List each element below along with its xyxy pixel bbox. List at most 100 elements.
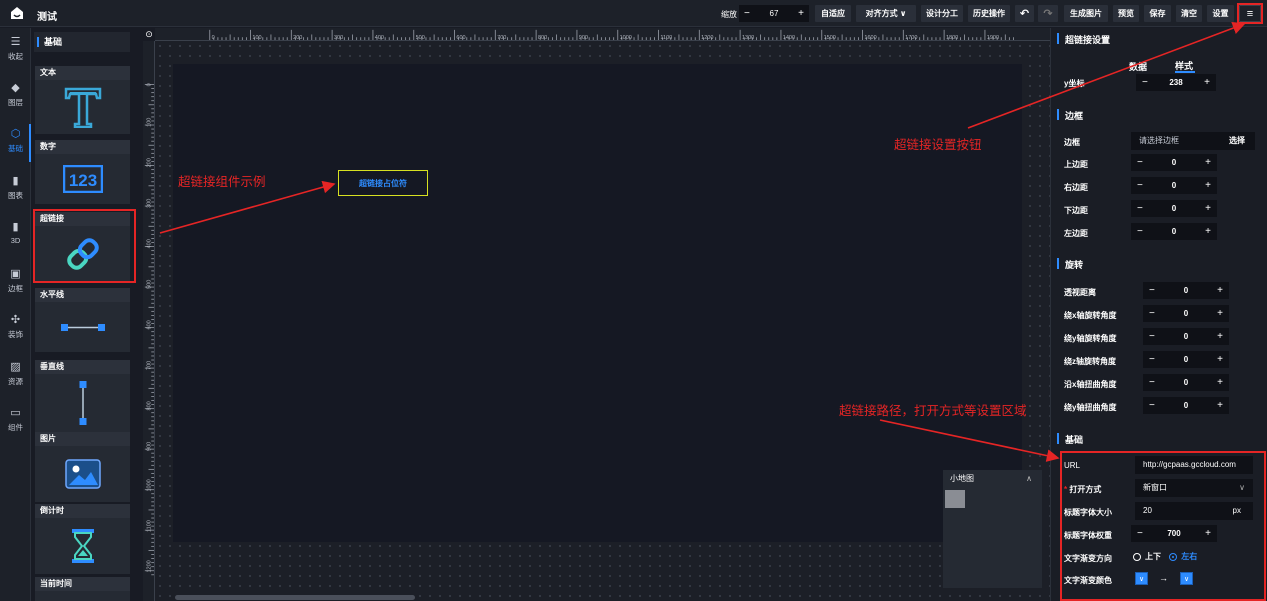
vertical-line-icon — [35, 374, 130, 432]
redo-icon[interactable]: ↷ — [1038, 5, 1058, 22]
rotate-x-stepper: − 0 + — [1143, 305, 1229, 322]
component-text[interactable]: 文本 — [35, 66, 130, 134]
sidebar-item-label: 图层 — [8, 98, 23, 107]
zoom-minus-button[interactable]: − — [744, 8, 750, 19]
minus-button[interactable]: − — [1149, 331, 1155, 342]
save-button[interactable]: 保存 — [1144, 5, 1171, 22]
border-select-button[interactable]: 选择 — [1229, 132, 1245, 150]
plus-button[interactable]: + — [1217, 308, 1223, 319]
settings-button[interactable]: 设置 — [1207, 5, 1234, 22]
minimap-title: 小地图 — [950, 474, 974, 483]
minimap-viewport[interactable] — [945, 490, 965, 508]
generate-image-button[interactable]: 生成图片 — [1064, 5, 1108, 22]
rotate-x-label: 绕x轴旋转角度 — [1064, 311, 1117, 320]
skew-x-value[interactable]: 0 — [1184, 378, 1188, 387]
minus-button[interactable]: − — [1149, 285, 1155, 296]
component-image[interactable]: 图片 — [35, 432, 130, 502]
horizontal-scrollbar[interactable] — [175, 595, 415, 600]
ruler-left: 0 100 200 300 400 500 600 700 800 900 1000 1100 1200 — [143, 41, 155, 601]
sidebar-item-layers[interactable]: ◆ 图层 — [0, 78, 31, 116]
ruler-label: 900 — [146, 442, 152, 451]
minus-button[interactable]: − — [1137, 157, 1143, 168]
tab-data[interactable]: 数据 — [1129, 60, 1147, 73]
rotate-z-stepper: − 0 + — [1143, 351, 1229, 368]
preview-button[interactable]: 预览 — [1113, 5, 1139, 22]
minus-button[interactable]: − — [1149, 377, 1155, 388]
design-split-button[interactable]: 设计分工 — [921, 5, 963, 22]
perspective-stepper: − 0 + — [1143, 282, 1229, 299]
padding-top-label: 上边距 — [1064, 160, 1088, 169]
ruler-label: 1000 — [146, 479, 152, 491]
component-current-time[interactable]: 当前时间 — [35, 577, 130, 601]
chevron-up-icon[interactable]: ∧ — [1026, 470, 1032, 488]
rotate-z-label: 绕z轴旋转角度 — [1064, 357, 1116, 366]
plus-button[interactable]: + — [1205, 226, 1211, 237]
minus-button[interactable]: − — [1149, 400, 1155, 411]
component-label: 倒计时 — [35, 504, 130, 518]
minus-button[interactable]: − — [1149, 354, 1155, 365]
perspective-value[interactable]: 0 — [1184, 286, 1188, 295]
minus-button[interactable]: − — [1149, 308, 1155, 319]
minus-button[interactable]: − — [1142, 77, 1148, 88]
plus-button[interactable]: + — [1205, 157, 1211, 168]
sidebar-item-label: 组件 — [8, 423, 23, 432]
home-logo-icon[interactable] — [10, 6, 24, 20]
component-icon: ▭ — [10, 407, 21, 419]
text-t-icon — [35, 80, 130, 134]
padding-left-value[interactable]: 0 — [1172, 227, 1176, 236]
minus-button[interactable]: − — [1137, 203, 1143, 214]
border-select-field[interactable]: 请选择边框 选择 — [1131, 132, 1255, 150]
zoom-plus-button[interactable]: + — [798, 8, 804, 19]
align-dropdown[interactable]: 对齐方式 ∨ — [856, 5, 916, 22]
padding-bottom-value[interactable]: 0 — [1172, 204, 1176, 213]
rotate-z-value[interactable]: 0 — [1184, 355, 1188, 364]
component-horizontal-line[interactable]: 水平线 — [35, 288, 130, 352]
plus-button[interactable]: + — [1205, 180, 1211, 191]
y-coord-value[interactable]: 238 — [1169, 78, 1182, 87]
rotate-y-value[interactable]: 0 — [1184, 332, 1188, 341]
minus-button[interactable]: − — [1137, 180, 1143, 191]
sidebar-item-charts[interactable]: ▮ 图表 — [0, 171, 31, 209]
component-countdown[interactable]: 倒计时 — [35, 504, 130, 574]
sidebar-item-label: 图表 — [8, 191, 23, 200]
border-icon: ▣ — [10, 268, 21, 280]
image-icon — [35, 446, 130, 502]
plus-button[interactable]: + — [1217, 354, 1223, 365]
eye-icon[interactable]: ⊙ — [143, 29, 155, 41]
rotate-x-value[interactable]: 0 — [1184, 309, 1188, 318]
clear-button[interactable]: 清空 — [1176, 5, 1202, 22]
sidebar-item-resources[interactable]: ▨ 资源 — [0, 357, 31, 395]
zoom-label: 缩放 — [721, 10, 737, 19]
plus-button[interactable]: + — [1205, 203, 1211, 214]
minus-button[interactable]: − — [1137, 226, 1143, 237]
hyperlink-placeholder[interactable]: 超链接占位符 — [338, 170, 428, 196]
plus-button[interactable]: + — [1204, 77, 1210, 88]
undo-icon[interactable]: ↶ — [1015, 5, 1034, 22]
plus-button[interactable]: + — [1217, 377, 1223, 388]
history-button[interactable]: 历史操作 — [968, 5, 1010, 22]
ruler-label: 100 — [146, 118, 152, 127]
sidebar-item-collapse[interactable]: ☰ 收起 — [0, 32, 31, 70]
hourglass-icon — [35, 518, 130, 574]
padding-right-value[interactable]: 0 — [1172, 181, 1176, 190]
sidebar-item-border[interactable]: ▣ 边框 — [0, 264, 31, 302]
auto-fit-button[interactable]: 自适应 — [815, 5, 851, 22]
sidebar-item-basic[interactable]: ⬡ 基础 — [0, 124, 31, 162]
padding-top-value[interactable]: 0 — [1172, 158, 1176, 167]
sidebar-item-3d[interactable]: ▮ 3D — [0, 217, 31, 255]
component-number[interactable]: 数字 123 — [35, 140, 130, 204]
collapse-icon: ☰ — [10, 36, 21, 48]
border-placeholder: 请选择边框 — [1139, 136, 1179, 145]
skew-y-value[interactable]: 0 — [1184, 401, 1188, 410]
plus-button[interactable]: + — [1217, 400, 1223, 411]
annotation-example: 超链接组件示例 — [178, 175, 266, 189]
component-vertical-line[interactable]: 垂直线 — [35, 360, 130, 432]
sidebar-item-decoration[interactable]: ✣ 装饰 — [0, 310, 31, 348]
y-coord-label: y坐标 — [1064, 79, 1085, 88]
plus-button[interactable]: + — [1217, 331, 1223, 342]
plus-button[interactable]: + — [1217, 285, 1223, 296]
chart-icon: ▮ — [12, 175, 19, 187]
zoom-value[interactable]: 67 — [770, 9, 779, 18]
minimap-header[interactable]: 小地图 ∧ — [943, 470, 1042, 488]
sidebar-item-components[interactable]: ▭ 组件 — [0, 403, 31, 441]
